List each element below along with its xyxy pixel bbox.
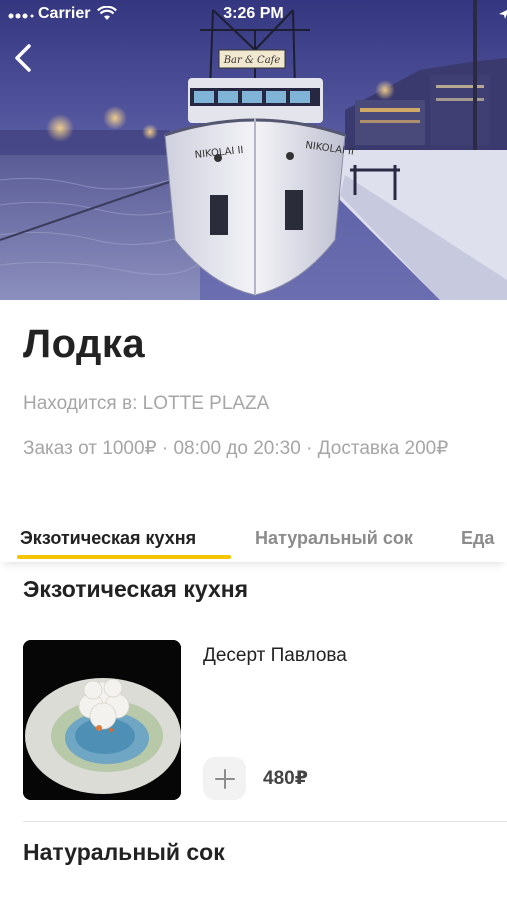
- restaurant-title: Лодка: [23, 322, 146, 366]
- restaurant-meta: Заказ от 1000₽ · 08:00 до 20:30 · Достав…: [23, 438, 449, 459]
- boat-sign-text: Bar & Cafe: [223, 55, 281, 66]
- pavlova-dessert-photo: [23, 640, 181, 800]
- section-divider: [23, 821, 507, 822]
- menu-item-image[interactable]: [23, 640, 181, 800]
- status-time: 3:26 PM: [223, 5, 284, 22]
- chevron-left-icon: [15, 44, 31, 72]
- section-title-juice: Натуральный сок: [23, 839, 225, 865]
- status-bar: Carrier 3:26 PM: [0, 0, 507, 30]
- tab-exotic-cuisine[interactable]: Экзотическая кухня: [20, 528, 196, 549]
- menu-item-name: Десерт Павлова: [203, 645, 347, 666]
- section-title-exotic: Экзотическая кухня: [23, 576, 249, 602]
- location-arrow-icon: [499, 10, 507, 19]
- tab-natural-juice[interactable]: Натуральный сок: [255, 528, 413, 549]
- add-to-cart-button[interactable]: [203, 757, 246, 800]
- hero-image: Bar & Cafe NIKOLAI II NIKOLAI II Carrier: [0, 0, 507, 300]
- boat-photo: Bar & Cafe NIKOLAI II NIKOLAI II: [0, 0, 507, 300]
- restaurant-location: Находится в: LOTTE PLAZA: [23, 393, 270, 414]
- back-button[interactable]: [10, 40, 40, 76]
- menu-item-price: 480₽: [263, 768, 308, 789]
- active-tab-indicator: [17, 555, 231, 559]
- tab-food[interactable]: Еда: [461, 528, 494, 549]
- plus-icon: [214, 768, 235, 789]
- category-tabs: Экзотическая кухня Натуральный сок Еда: [0, 520, 507, 562]
